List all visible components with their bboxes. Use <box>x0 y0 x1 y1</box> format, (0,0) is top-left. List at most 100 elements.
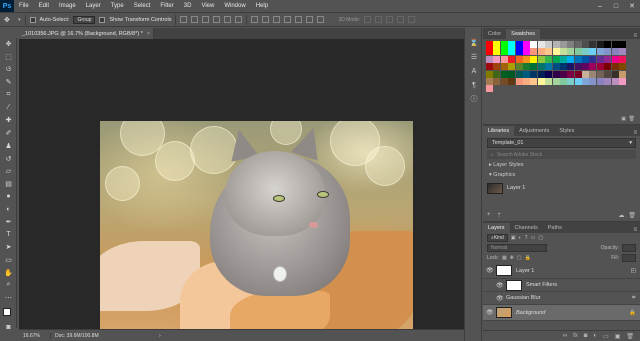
swatch-color[interactable] <box>515 48 523 56</box>
swatch-color[interactable] <box>582 77 590 85</box>
tab-color[interactable]: Color <box>483 29 506 39</box>
swatch-color[interactable] <box>552 63 560 71</box>
swatch-color[interactable] <box>515 55 523 63</box>
auto-align-icon[interactable] <box>317 16 325 23</box>
swatch-color[interactable] <box>567 55 575 63</box>
layer-row-gaussian-blur[interactable]: 👁 Gaussian Blur ≑ <box>483 292 640 305</box>
layer-row-background[interactable]: 👁 Background 🔒 <box>483 305 640 321</box>
healing-brush-tool-icon[interactable]: ✚ <box>0 114 17 127</box>
minimize-button[interactable]: – <box>592 0 608 12</box>
swatch-color[interactable] <box>611 63 619 71</box>
swatch-color[interactable] <box>515 41 523 48</box>
swatch-color[interactable] <box>589 48 597 56</box>
pen-tool-icon[interactable]: ✒ <box>0 216 17 229</box>
swatch-color[interactable] <box>619 55 627 63</box>
crop-tool-icon[interactable]: ⌗ <box>0 89 17 102</box>
layer-style-icon[interactable]: fx <box>573 333 578 339</box>
history-brush-tool-icon[interactable]: ↺ <box>0 152 17 165</box>
panel-menu-icon[interactable]: ≡ <box>633 33 640 39</box>
trash-icon[interactable]: 🗑 <box>628 212 636 219</box>
swatch-color[interactable] <box>604 63 612 71</box>
swatch-color[interactable] <box>559 70 567 78</box>
menu-image[interactable]: Image <box>54 3 81 9</box>
panel-menu-icon[interactable]: ≡ <box>633 130 640 136</box>
swatch-color[interactable] <box>522 70 530 78</box>
quick-select-tool-icon[interactable]: ✎ <box>0 76 17 89</box>
swatch-color[interactable] <box>559 77 567 85</box>
swatch-color[interactable] <box>604 48 612 56</box>
paragraph-icon[interactable]: ¶ <box>465 78 483 92</box>
tab-adjustments[interactable]: Adjustments <box>514 126 554 136</box>
align-left-icon[interactable] <box>213 16 221 23</box>
swatch-color[interactable] <box>574 70 582 78</box>
blur-tool-icon[interactable]: ● <box>0 190 17 203</box>
zoom-tool-icon[interactable]: ⌕ <box>0 279 17 292</box>
menu-file[interactable]: File <box>14 3 34 9</box>
swatch-color[interactable] <box>611 48 619 56</box>
swatch-color[interactable] <box>619 48 627 56</box>
tab-swatches[interactable]: Swatches <box>506 29 541 39</box>
3d-roll-icon[interactable] <box>375 16 383 23</box>
3d-slide-icon[interactable] <box>397 16 405 23</box>
swatch-color[interactable] <box>508 63 516 71</box>
menu-window[interactable]: Window <box>219 3 250 9</box>
swatch-color[interactable] <box>522 55 530 63</box>
auto-select-dropdown[interactable]: Group <box>73 15 96 24</box>
swatch-color[interactable] <box>500 77 508 85</box>
menu-view[interactable]: View <box>196 3 219 9</box>
swatch-color[interactable] <box>604 70 612 78</box>
align-bottom-icon[interactable] <box>202 16 210 23</box>
swatch-color[interactable] <box>582 63 590 71</box>
align-right-icon[interactable] <box>235 16 243 23</box>
swatch-color[interactable] <box>589 70 597 78</box>
delete-layer-icon[interactable]: 🗑 <box>626 333 634 340</box>
tab-channels[interactable]: Channels <box>510 223 543 233</box>
cloud-icon[interactable]: ☁ <box>618 212 624 219</box>
path-select-tool-icon[interactable]: ➤ <box>0 241 17 254</box>
menu-filter[interactable]: Filter <box>155 3 178 9</box>
new-swatch-icon[interactable]: ▣ <box>621 116 626 122</box>
align-top-icon[interactable] <box>180 16 188 23</box>
swatch-color[interactable] <box>589 77 597 85</box>
swatch-color[interactable] <box>515 63 523 71</box>
swatch-color[interactable] <box>537 70 545 78</box>
swatch-color[interactable] <box>574 63 582 71</box>
menu-type[interactable]: Type <box>106 3 129 9</box>
swatch-color[interactable] <box>522 48 530 56</box>
swatch-color[interactable] <box>552 48 560 56</box>
distribute-middle-icon[interactable] <box>262 16 270 23</box>
kind-filter-dropdown[interactable]: ⌕ Kind <box>487 234 508 242</box>
swatch-color[interactable] <box>486 41 493 48</box>
swatch-color[interactable] <box>589 63 597 71</box>
filter-options-icon[interactable]: ≑ <box>631 295 640 301</box>
menu-3d[interactable]: 3D <box>179 3 197 9</box>
visibility-eye-icon[interactable]: 👁 <box>496 295 506 302</box>
swatch-color[interactable] <box>493 48 501 56</box>
3d-rotate-icon[interactable] <box>364 16 372 23</box>
swatch-color[interactable] <box>559 63 567 71</box>
swatch-color[interactable] <box>486 55 493 63</box>
swatch-color[interactable] <box>582 48 590 56</box>
menu-edit[interactable]: Edit <box>34 3 54 9</box>
swatch-color[interactable] <box>611 70 619 78</box>
show-transform-checkbox[interactable] <box>99 16 106 23</box>
swatch-color[interactable] <box>508 41 516 48</box>
menu-select[interactable]: Select <box>129 3 156 9</box>
gradient-tool-icon[interactable]: ▤ <box>0 178 17 191</box>
swatch-color[interactable] <box>486 85 493 93</box>
swatch-color[interactable] <box>552 70 560 78</box>
tab-styles[interactable]: Styles <box>554 126 579 136</box>
swatch-color[interactable] <box>530 77 538 85</box>
character-icon[interactable]: A <box>465 64 483 78</box>
swatch-color[interactable] <box>552 77 560 85</box>
tab-close-icon[interactable]: × <box>147 31 150 37</box>
swatch-color[interactable] <box>493 77 501 85</box>
swatch-color[interactable] <box>515 77 523 85</box>
lasso-tool-icon[interactable]: ଓ <box>0 63 17 76</box>
hand-tool-icon[interactable]: ✋ <box>0 266 17 279</box>
upload-icon[interactable]: ⇡ <box>497 212 502 219</box>
graphics-section[interactable]: ▾ Graphics <box>483 170 640 180</box>
link-layers-icon[interactable]: ∞ <box>563 333 567 339</box>
distribute-right-icon[interactable] <box>306 16 314 23</box>
swatch-color[interactable] <box>500 41 508 48</box>
